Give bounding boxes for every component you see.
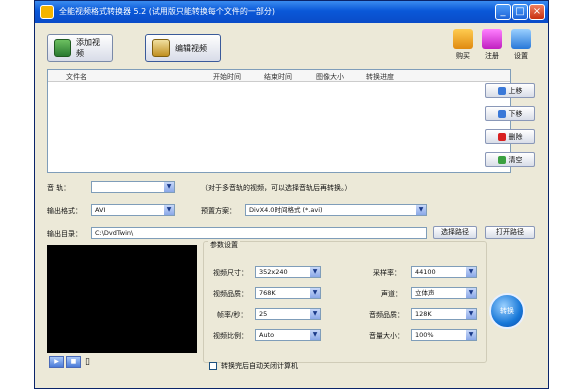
output-format-value: AVI (95, 206, 106, 214)
aspect-value: Auto (259, 331, 275, 339)
channel-value: 立体声 (415, 289, 435, 297)
video-quality-select[interactable]: 768K ▼ (255, 287, 321, 299)
shutdown-checkbox[interactable] (209, 362, 217, 370)
minimize-button[interactable]: _ (495, 4, 511, 20)
arrow-up-icon (497, 86, 506, 95)
clear-button[interactable]: 清空 (485, 152, 535, 167)
film-add-icon (54, 39, 71, 57)
pencil-icon (152, 39, 170, 57)
video-preview (47, 245, 197, 353)
convert-button[interactable]: 转换 (489, 293, 525, 329)
title-bar: 全能视频格式转换器 5.2 (试用版只能转换每个文件的一部分) _ □ × (35, 1, 548, 23)
preset-select[interactable]: DivX4.0时间格式 (*.avi) ▼ (245, 204, 427, 216)
output-format-label: 输出格式： (47, 207, 82, 215)
register-button[interactable]: 注册 (478, 29, 506, 61)
chevron-down-icon: ▼ (310, 330, 320, 340)
register-label: 注册 (485, 52, 499, 60)
add-video-button[interactable]: 添加视频 (47, 34, 113, 62)
snapshot-icon[interactable]: ▯ (85, 357, 90, 367)
preset-label: 预置方案： (201, 207, 236, 215)
buy-label: 购买 (456, 52, 470, 60)
col-filename[interactable]: 文件名 (66, 72, 87, 82)
audio-track-select[interactable]: ▼ (91, 181, 175, 193)
delete-x-icon (497, 132, 506, 141)
fps-value: 25 (259, 310, 268, 318)
shutdown-label: 转换完后自动关闭计算机 (221, 362, 298, 370)
volume-select[interactable]: 100% ▼ (411, 329, 477, 341)
open-path-button[interactable]: 打开路径 (485, 226, 535, 239)
window-title: 全能视频格式转换器 5.2 (试用版只能转换每个文件的一部分) (59, 7, 276, 16)
video-quality-label: 视频品质： (213, 290, 248, 298)
chevron-down-icon: ▼ (164, 205, 174, 215)
col-end-time[interactable]: 结束时间 (264, 72, 292, 82)
video-size-select[interactable]: 352x240 ▼ (255, 266, 321, 278)
sample-rate-select[interactable]: 44100 ▼ (411, 266, 477, 278)
lock-icon (482, 29, 502, 49)
add-video-label: 添加视频 (76, 38, 100, 58)
maximize-button[interactable]: □ (512, 4, 528, 20)
audio-quality-value: 128K (415, 310, 432, 318)
col-image-size[interactable]: 图像大小 (316, 72, 344, 82)
stop-button[interactable]: ■ (66, 356, 81, 368)
fps-label: 帧率/秒： (217, 311, 248, 319)
file-list-header: 文件名 开始时间 结束时间 图像大小 转换进度 (48, 70, 510, 82)
clear-label: 清空 (508, 155, 523, 164)
video-size-label: 视频尺寸： (213, 269, 248, 277)
close-button[interactable]: × (529, 4, 545, 20)
settings-label: 设置 (514, 52, 528, 60)
choose-path-button[interactable]: 选择路径 (433, 226, 477, 239)
output-dir-value: C:\DvdTwin\ (95, 229, 134, 237)
aspect-label: 视频比例： (213, 332, 248, 340)
video-size-value: 352x240 (259, 268, 288, 276)
params-group: 参数设置 (203, 240, 487, 363)
file-list[interactable]: 文件名 开始时间 结束时间 图像大小 转换进度 (47, 69, 511, 173)
chevron-down-icon: ▼ (466, 288, 476, 298)
chevron-down-icon: ▼ (466, 330, 476, 340)
chevron-down-icon: ▼ (164, 182, 174, 192)
chevron-down-icon: ▼ (310, 309, 320, 319)
edit-video-button[interactable]: 编辑视频 (145, 34, 221, 62)
col-progress[interactable]: 转换进度 (366, 72, 394, 82)
col-start-time[interactable]: 开始时间 (213, 72, 241, 82)
output-dir-label: 输出目录： (47, 230, 82, 238)
sample-rate-value: 44100 (415, 268, 436, 276)
clear-icon (497, 155, 506, 164)
move-down-button[interactable]: 下移 (485, 106, 535, 121)
sample-rate-label: 采样率： (373, 269, 401, 277)
buy-button[interactable]: 购买 (449, 29, 477, 61)
chevron-down-icon: ▼ (466, 309, 476, 319)
chevron-down-icon: ▼ (310, 267, 320, 277)
aspect-select[interactable]: Auto ▼ (255, 329, 321, 341)
fps-select[interactable]: 25 ▼ (255, 308, 321, 320)
audio-quality-select[interactable]: 128K ▼ (411, 308, 477, 320)
output-dir-field[interactable]: C:\DvdTwin\ (91, 227, 427, 239)
channel-select[interactable]: 立体声 ▼ (411, 287, 477, 299)
delete-label: 删除 (508, 132, 523, 141)
volume-label: 音量大小： (369, 332, 404, 340)
move-up-button[interactable]: 上移 (485, 83, 535, 98)
chevron-down-icon: ▼ (310, 288, 320, 298)
volume-value: 100% (415, 331, 434, 339)
app-window: 全能视频格式转换器 5.2 (试用版只能转换每个文件的一部分) _ □ × 添加… (34, 0, 549, 389)
preset-value: DivX4.0时间格式 (*.avi) (249, 206, 323, 214)
tools-icon (511, 29, 531, 49)
delete-button[interactable]: 删除 (485, 129, 535, 144)
play-button[interactable]: ▶ (49, 356, 64, 368)
edit-video-label: 编辑视频 (175, 43, 207, 53)
move-up-label: 上移 (508, 86, 523, 95)
params-title: 参数设置 (208, 240, 240, 250)
audio-track-hint: （对于多音轨的视频，可以选择音轨后再转换。） (201, 184, 352, 192)
settings-button[interactable]: 设置 (507, 29, 535, 61)
cart-icon (453, 29, 473, 49)
arrow-down-icon (497, 109, 506, 118)
output-format-select[interactable]: AVI ▼ (91, 204, 175, 216)
audio-quality-label: 音频品质： (369, 311, 404, 319)
video-quality-value: 768K (259, 289, 276, 297)
move-down-label: 下移 (508, 109, 523, 118)
audio-track-label: 音 轨： (47, 184, 71, 192)
chevron-down-icon: ▼ (416, 205, 426, 215)
channel-label: 声道： (381, 290, 402, 298)
chevron-down-icon: ▼ (466, 267, 476, 277)
app-icon (40, 5, 54, 19)
